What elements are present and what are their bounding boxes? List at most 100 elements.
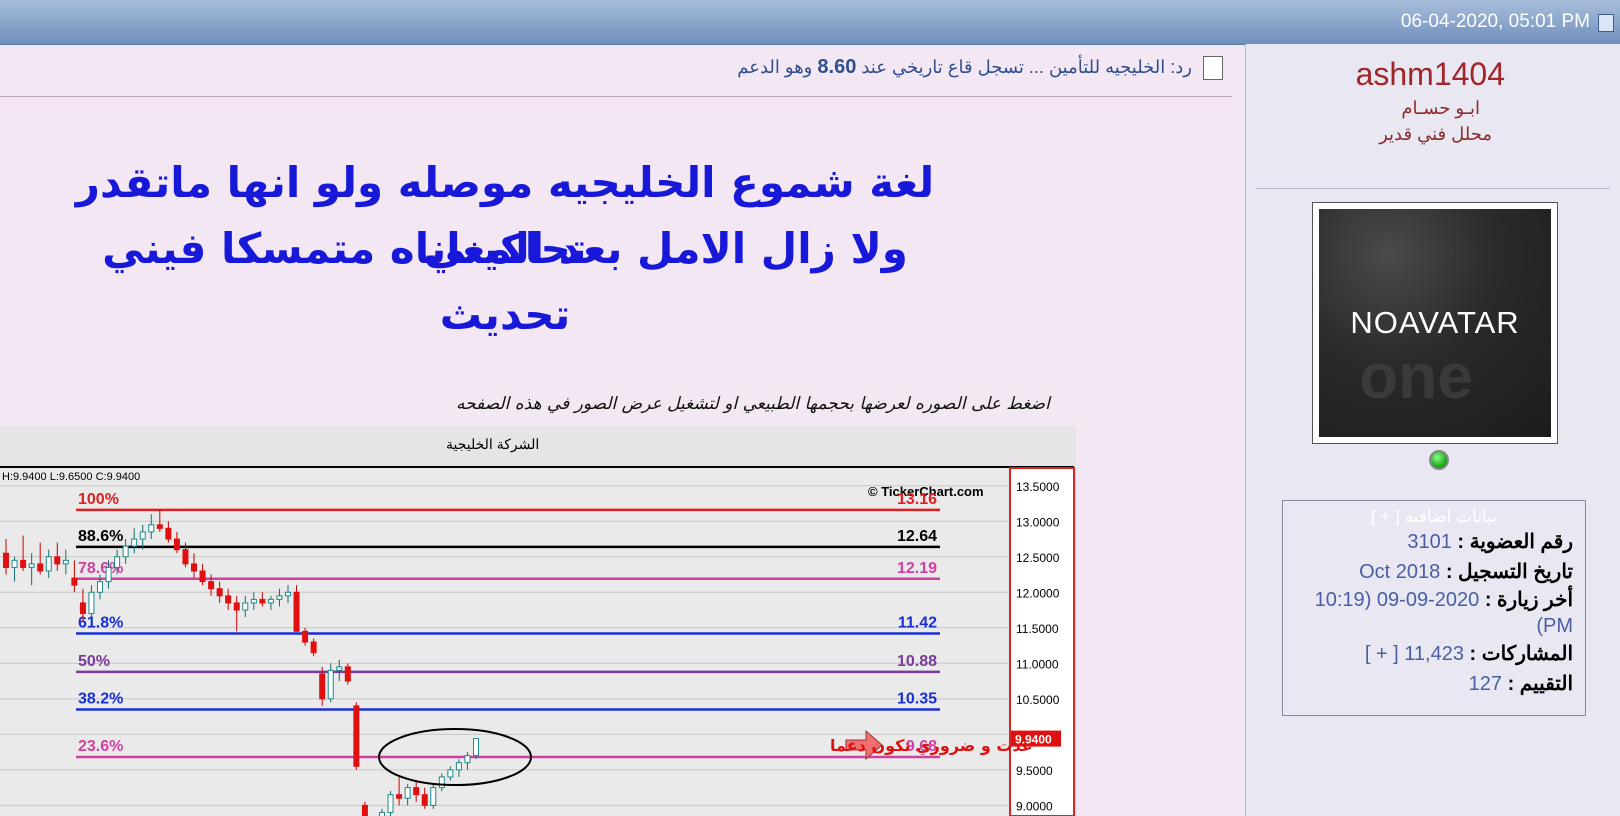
post-header-bar: 06-04-2020, 05:01 PM — [0, 0, 1620, 45]
candle-body — [11, 559, 18, 568]
candle-body — [173, 538, 180, 551]
y-tick-label: 12.0000 — [1016, 586, 1060, 600]
last-visit-label: أخر زيارة : — [1484, 589, 1573, 611]
online-status-icon — [1429, 450, 1449, 470]
fib-value-label: 13.16 — [897, 491, 937, 508]
more-info-toggle[interactable]: بيانات اضافيه [ + ] — [1283, 507, 1585, 527]
last-visit-row: أخر زيارة : 2020-09-09 (10:19 PM) — [1283, 587, 1585, 639]
candle-body — [156, 524, 163, 529]
candle-body — [233, 602, 240, 611]
fib-value-label: 12.19 — [897, 560, 937, 577]
candle-body — [473, 738, 479, 757]
candle-body — [447, 769, 454, 778]
member-number-row: رقم العضوية : 3101 — [1283, 527, 1585, 557]
candle-body — [28, 563, 35, 568]
avatar[interactable]: one NOAVATAR — [1312, 202, 1558, 444]
registration-value: Oct 2018 — [1359, 561, 1441, 583]
document-icon — [1598, 14, 1614, 32]
candle-body — [421, 794, 428, 806]
user-title: ابـو حسـام — [1401, 98, 1480, 118]
rating-row: التقييم : 127 — [1283, 669, 1585, 699]
member-number-value: 3101 — [1407, 531, 1452, 553]
post-title-suffix: وهو الدعم — [737, 57, 813, 77]
candle-body — [404, 787, 411, 799]
y-tick-label: 11.0000 — [1016, 657, 1059, 671]
image-resize-note[interactable]: اضغط على الصوره لعرضها بحجمها الطبيعي او… — [456, 394, 1050, 414]
post-title-prefix: رد: الخليجيه للتأمين ... تسجل قاع تاريخي… — [861, 57, 1192, 77]
member-number-label: رقم العضوية : — [1457, 531, 1573, 553]
candle-body — [62, 559, 69, 565]
candle-body — [114, 556, 121, 568]
post-title-price: 8.60 — [817, 56, 857, 78]
candle-body — [361, 804, 368, 816]
candle-body — [353, 705, 360, 767]
candle-body — [285, 591, 291, 597]
y-tick-label: 13.5000 — [1016, 480, 1060, 494]
candle-body — [79, 602, 86, 615]
candle-body — [319, 673, 326, 700]
registration-label: تاريخ التسجيل : — [1445, 561, 1573, 583]
candle-body — [379, 811, 385, 816]
chart-image[interactable]: الشركة الخليجية 13.5000 13.0000 12.5000 12.… — [0, 426, 1076, 816]
avatar-watermark: one — [1359, 340, 1473, 412]
candle-body — [464, 755, 471, 764]
fib-pct-label: 38.2% — [78, 690, 123, 707]
candle-body — [242, 602, 249, 611]
y-tick-label: 9.0000 — [1016, 799, 1053, 813]
candle-body — [71, 577, 78, 586]
candle-body — [139, 531, 146, 540]
candle-body — [88, 591, 95, 615]
post-line-2: ولا زال الامل بعد المعاناه متمسكا فيني — [102, 224, 908, 273]
username-link[interactable]: ashm1404 — [1356, 56, 1505, 93]
avatar-label: NOAVATAR — [1350, 305, 1520, 340]
post-body: رد: الخليجيه للتأمين ... تسجل قاع تاريخي… — [0, 44, 1245, 816]
candle-body — [208, 581, 215, 590]
candle-body — [165, 527, 172, 540]
candle-body — [310, 641, 317, 654]
candle-body — [344, 666, 351, 682]
y-tick-label: 11.5000 — [1016, 622, 1059, 636]
user-info-sidebar: ashm1404 ابـو حسـام محلل فني قدير one NO… — [1245, 44, 1620, 816]
candle-body — [216, 588, 223, 597]
candle-body — [455, 762, 462, 771]
y-tick-label: 12.5000 — [1016, 551, 1060, 565]
candle-body — [54, 556, 61, 565]
candle-body — [293, 591, 300, 632]
fib-pct-label: 50% — [78, 653, 110, 670]
candle-body — [225, 595, 232, 604]
candle-body — [97, 581, 103, 593]
rating-label: التقييم : — [1507, 673, 1573, 695]
ohlc-label: H:9.9400 L:9.6500 C:9.9400 — [2, 471, 140, 483]
post-icon — [1203, 56, 1223, 81]
candle-body — [105, 566, 112, 583]
fib-value-label: 10.88 — [897, 653, 937, 670]
post-line-3: تحديث — [439, 290, 571, 339]
candle-body — [131, 538, 138, 547]
candle-body — [250, 598, 257, 604]
candle-body — [276, 595, 283, 600]
divider — [1256, 188, 1610, 189]
y-tick-label: 9.5000 — [1016, 764, 1053, 778]
candle-body — [182, 549, 189, 565]
candle-body — [387, 794, 394, 813]
avatar-image: one NOAVATAR — [1319, 209, 1551, 437]
post-date: 06-04-2020, 05:01 PM — [1400, 11, 1590, 32]
registration-row: تاريخ التسجيل : Oct 2018 — [1283, 557, 1585, 587]
user-rank: محلل فني قدير — [1379, 124, 1492, 144]
candle-body — [37, 563, 44, 572]
candle-body — [430, 787, 437, 806]
candle-body — [259, 598, 266, 604]
candlestick-chart: 13.5000 13.0000 12.5000 12.0000 11.5000 11.00… — [0, 466, 1075, 816]
candle-body — [20, 559, 27, 568]
post-title: رد: الخليجيه للتأمين ... تسجل قاع تاريخي… — [737, 56, 1223, 81]
candle-body — [327, 669, 334, 700]
posts-label: المشاركات : — [1469, 643, 1573, 665]
candle-body — [267, 598, 274, 604]
fib-value-label: 11.42 — [898, 614, 937, 631]
candle-body — [396, 794, 403, 799]
candle-body — [148, 524, 155, 533]
fib-pct-label: 23.6% — [78, 738, 123, 755]
candle-body — [45, 556, 52, 572]
candle-body — [3, 552, 9, 568]
posts-value[interactable]: 11,423 [ + ] — [1365, 643, 1464, 665]
